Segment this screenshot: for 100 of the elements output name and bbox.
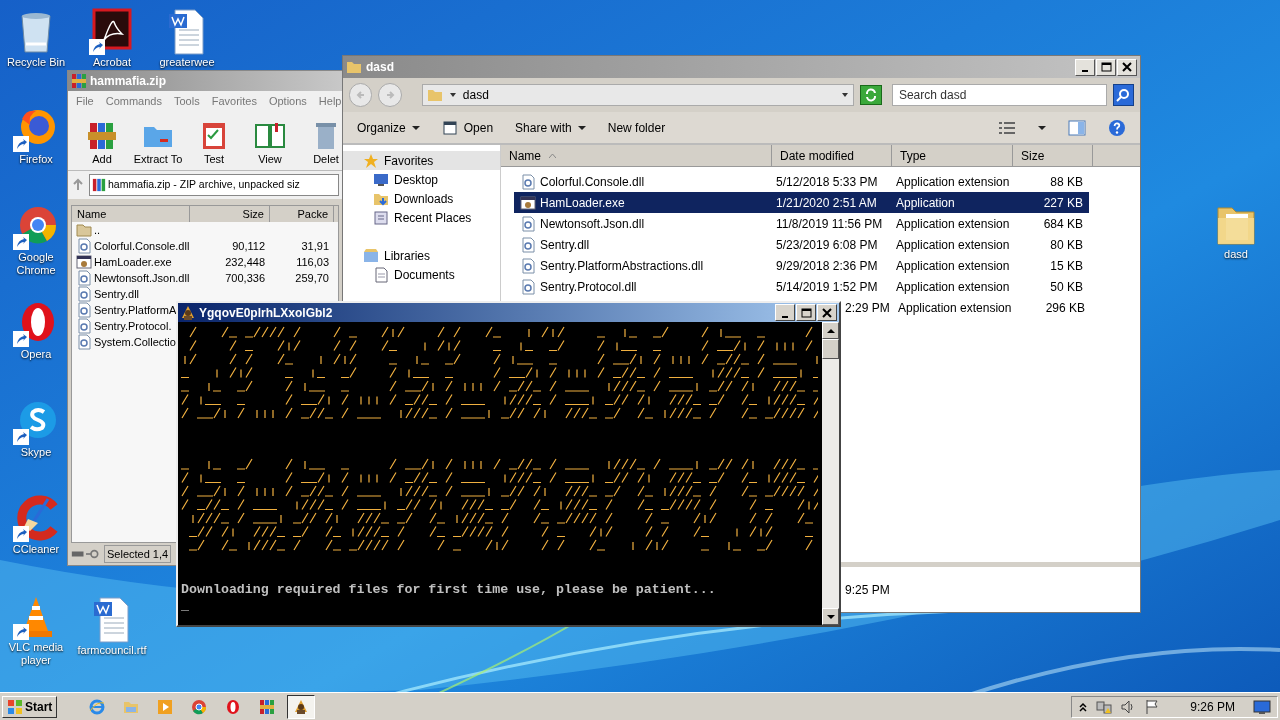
brush-icon[interactable] [12, 495, 60, 543]
library-icon [363, 247, 379, 264]
toolbar-button[interactable]: Organize [357, 118, 420, 137]
menu-item[interactable]: Tools [174, 92, 200, 110]
column-header[interactable]: Packe [270, 206, 334, 222]
close-button[interactable] [817, 304, 837, 321]
icon-label[interactable]: Skype [19, 446, 53, 459]
file-size: 232,448 [224, 254, 266, 270]
file-size: 700,336 [224, 270, 266, 286]
ring-icon [225, 698, 242, 715]
toolbar-label[interactable]: Delet [313, 150, 339, 167]
maximize-icon [1100, 61, 1112, 73]
help-icon[interactable] [1108, 118, 1126, 137]
scroll-thumb[interactable] [822, 339, 839, 359]
file-row[interactable]: Colorful.Console.dll 5/12/2018 5:33 PM Application extension 88 KB [514, 171, 1089, 192]
toolbar-label[interactable]: Test [203, 150, 225, 167]
down-arrow-icon[interactable] [826, 613, 835, 620]
file-row[interactable]: Sentry.Protocol.dll 5/14/2019 1:52 PM Application extension 50 KB [514, 276, 1089, 297]
column-header[interactable]: Size [1013, 145, 1093, 166]
minimize-icon [1082, 70, 1088, 72]
icon-label[interactable]: Opera [19, 348, 53, 361]
icon-label[interactable]: dasd [1223, 248, 1249, 261]
folder-icon [426, 87, 443, 103]
archive-icon [92, 178, 106, 192]
search-field[interactable]: Search dasd [891, 84, 1107, 106]
nav-item[interactable]: Desktop [343, 170, 500, 189]
column-header[interactable]: Name [501, 145, 772, 166]
maximize-button[interactable] [1096, 58, 1116, 76]
file-row[interactable]: Newtonsoft.Json.dll 11/8/2019 11:56 PM Application extension 684 KB [514, 213, 1089, 234]
menu-item[interactable]: File [76, 92, 94, 110]
file-row[interactable]: HamLoader.exe 1/21/2020 2:51 AM Application 227 KB [514, 192, 1089, 213]
nav-item[interactable]: Libraries [343, 246, 500, 265]
file-name[interactable]: Colorful.Console.dll [94, 237, 190, 255]
icon-label[interactable]: Firefox [18, 153, 54, 166]
minimize-button[interactable] [1075, 58, 1095, 76]
file-name[interactable]: Sentry.Protocol. [94, 317, 172, 335]
file-name[interactable]: HamLoader.exe [94, 253, 172, 271]
view-list-icon[interactable] [998, 119, 1016, 136]
icon-label[interactable]: CCleaner [11, 543, 61, 556]
status-text: Selected 1,4 [104, 544, 172, 564]
file-name[interactable]: Sentry.PlatformA [94, 301, 177, 319]
search-button[interactable] [1112, 84, 1134, 106]
toolbar-label[interactable]: Extract To [133, 150, 183, 167]
file-name[interactable]: Sentry.dll [94, 285, 140, 303]
folder-icon [346, 59, 362, 75]
network-icon[interactable] [1096, 698, 1113, 715]
flag-icon[interactable] [1144, 698, 1161, 715]
scrollbar[interactable] [822, 322, 839, 625]
address-field[interactable]: hammafia.zip - ZIP archive, unpacked siz [89, 174, 339, 196]
menu-item[interactable]: Options [268, 92, 307, 110]
nav-item[interactable]: Favorites [343, 151, 500, 170]
caret-icon[interactable] [841, 91, 850, 99]
toolbar-button[interactable]: Open [441, 118, 494, 137]
menu-item[interactable]: Help [318, 92, 342, 110]
caret-icon[interactable] [448, 91, 457, 99]
toolbar-label[interactable]: View [258, 150, 282, 167]
menu-item[interactable]: Commands [105, 92, 162, 110]
refresh-icon [864, 88, 879, 102]
file-name[interactable]: .. [94, 221, 101, 239]
program-icon [76, 254, 92, 270]
close-button[interactable] [1117, 58, 1137, 76]
text-cursor: _ [181, 598, 190, 614]
column-header[interactable]: Name [72, 206, 190, 222]
file-icon [520, 236, 536, 253]
menu-item[interactable]: Favorites [211, 92, 257, 110]
icon-label[interactable]: Acrobat [92, 56, 132, 69]
file-row[interactable]: 2:29 PM Application extension 296 KB [844, 297, 1089, 318]
file-row[interactable]: Sentry.PlatformAbstractions.dll 9/29/2018 2:36 PM Application extension 15 KB [514, 255, 1089, 276]
file-name[interactable]: System.Collectio [94, 333, 176, 351]
file-icon [76, 334, 92, 350]
column-header[interactable]: Type [892, 145, 1013, 166]
window-icon [441, 119, 458, 136]
icon-label[interactable]: greaterwee [158, 56, 216, 69]
chevron-up-icon[interactable] [1078, 701, 1089, 712]
window-title: dasd [366, 59, 395, 76]
nav-item[interactable]: Documents [343, 265, 500, 284]
program-icon [520, 194, 536, 211]
start-button[interactable]: Start [2, 695, 58, 718]
nav-item[interactable]: Downloads [343, 189, 500, 208]
maximize-button[interactable] [796, 304, 816, 321]
file-row[interactable]: Sentry.dll 5/23/2019 6:08 PM Application extension 80 KB [514, 234, 1089, 255]
icon-label[interactable]: Recycle Bin [5, 56, 67, 69]
icon-label[interactable]: Google Chrome [4, 251, 68, 277]
refresh-button[interactable] [860, 85, 882, 105]
file-name[interactable]: Newtonsoft.Json.dll [94, 269, 190, 287]
document-icon [373, 266, 389, 283]
close-icon [821, 306, 833, 319]
toolbar-label[interactable]: Add [92, 150, 112, 167]
taskbar-button[interactable] [287, 694, 316, 719]
nav-item[interactable]: Recent Places [343, 208, 500, 227]
minimize-button[interactable] [775, 304, 795, 321]
caret-icon[interactable] [1038, 123, 1046, 132]
address-field[interactable]: dasd [421, 84, 855, 106]
packed-size: 116,03 [295, 254, 330, 270]
column-header[interactable]: Size [190, 206, 270, 222]
up-arrow-icon[interactable] [826, 327, 835, 334]
column-header[interactable]: Date modified [772, 145, 892, 166]
toolbar-button[interactable]: Share with [515, 118, 586, 137]
toolbar-button[interactable]: New folder [607, 118, 666, 137]
show-desktop-icon[interactable] [1253, 698, 1271, 715]
